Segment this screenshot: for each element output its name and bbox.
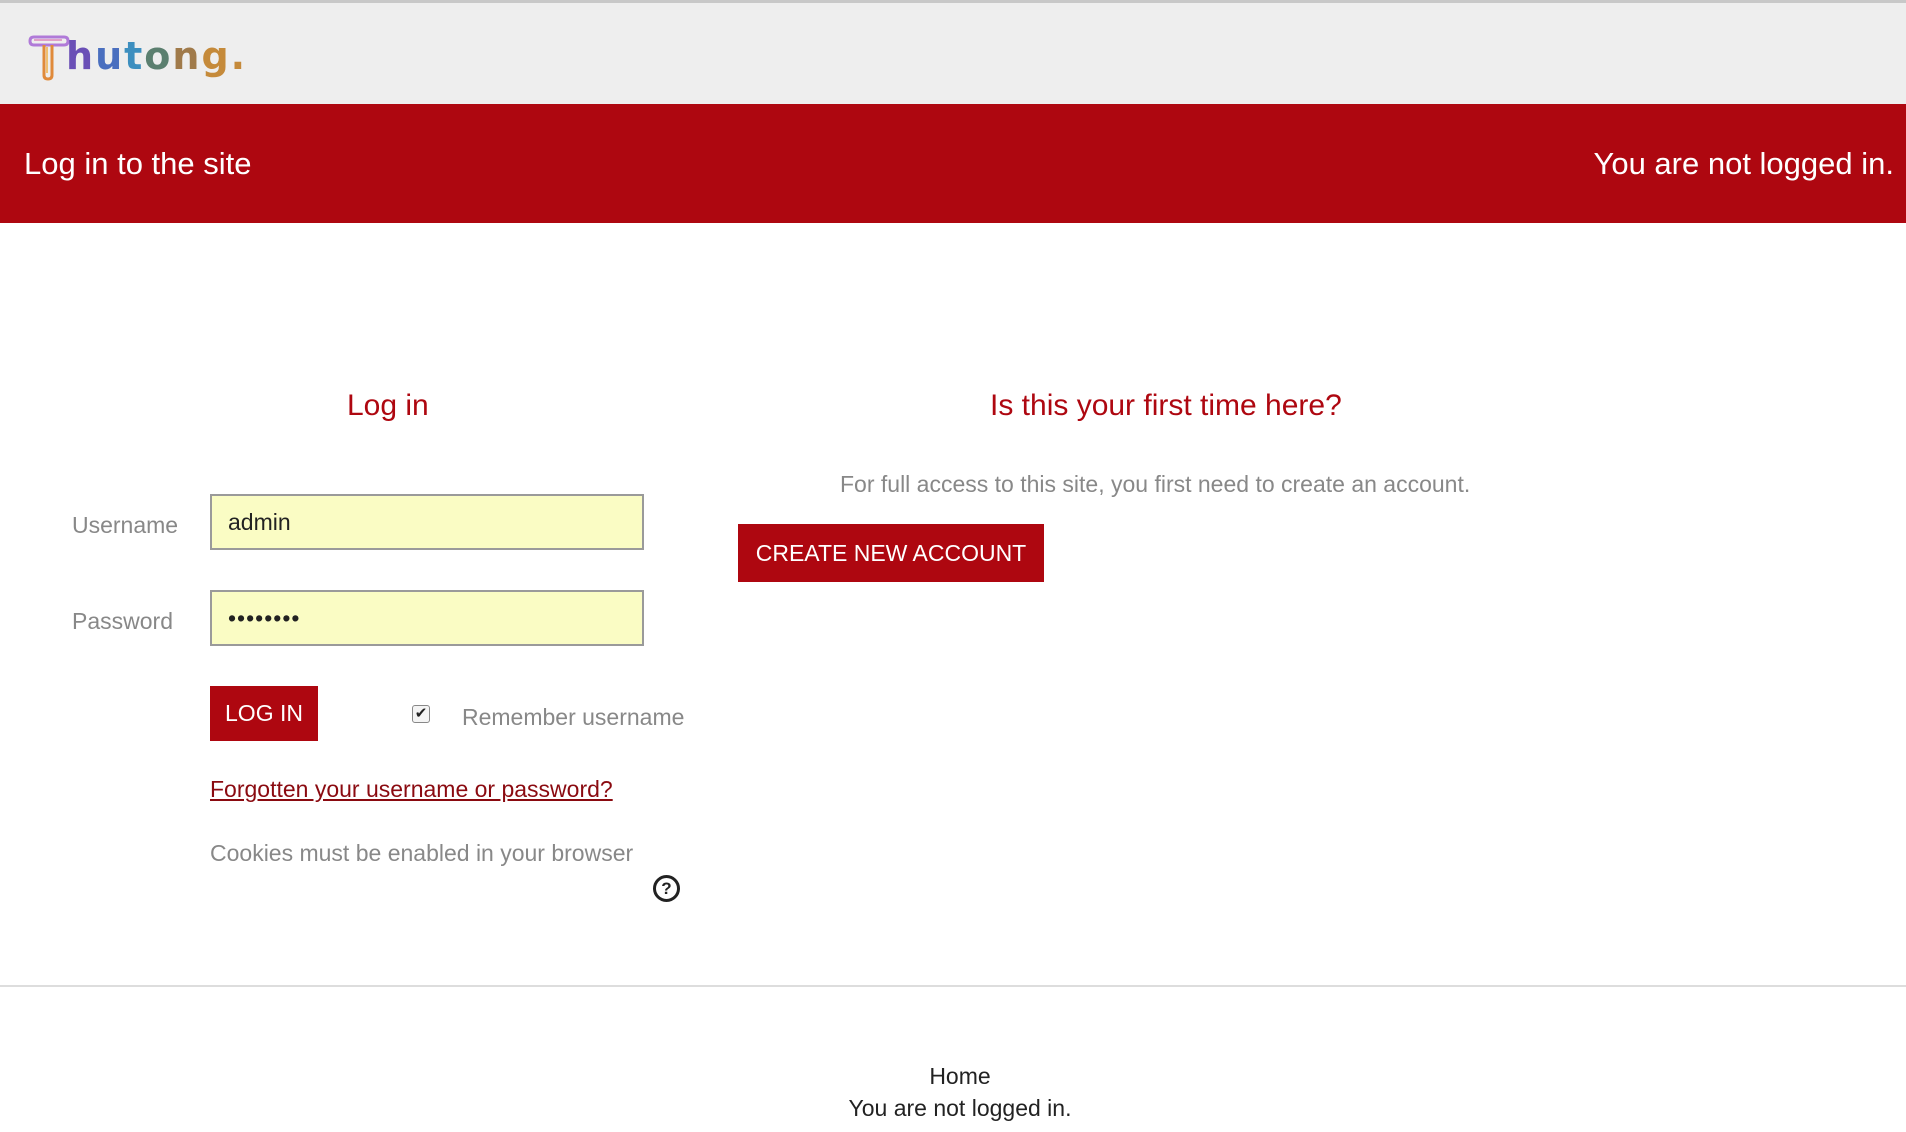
remember-username-label: Remember username: [462, 704, 685, 730]
logo-t-icon: [28, 35, 70, 81]
logo-wordmark: hutong.: [66, 34, 248, 78]
footer-divider: [0, 985, 1906, 987]
forgot-password-link[interactable]: Forgotten your username or password?: [210, 776, 613, 803]
username-input[interactable]: [210, 494, 644, 550]
password-input[interactable]: [210, 590, 644, 646]
site-header: hutong.: [0, 3, 1906, 104]
home-link[interactable]: Home: [929, 1063, 990, 1089]
cookies-note: Cookies must be enabled in your browser: [210, 840, 634, 866]
page-title: Log in to the site: [24, 145, 252, 181]
signup-heading: Is this your first time here?: [990, 389, 1342, 422]
signup-description: For full access to this site, you first …: [840, 471, 1471, 497]
page-banner: Log in to the site You are not logged in…: [0, 104, 1906, 223]
create-account-button[interactable]: CREATE NEW ACCOUNT: [738, 524, 1044, 582]
remember-username-checkbox[interactable]: ✔: [412, 705, 430, 723]
login-button[interactable]: LOG IN: [210, 686, 318, 741]
login-heading: Log in: [347, 389, 429, 422]
help-icon[interactable]: ?: [653, 875, 680, 902]
login-status: You are not logged in.: [1593, 145, 1895, 181]
footer-login-status: You are not logged in.: [848, 1095, 1072, 1121]
username-label: Username: [72, 512, 179, 538]
site-logo[interactable]: hutong.: [26, 21, 247, 81]
password-label: Password: [72, 608, 173, 634]
footer-home-link: Home: [0, 1063, 1906, 1090]
